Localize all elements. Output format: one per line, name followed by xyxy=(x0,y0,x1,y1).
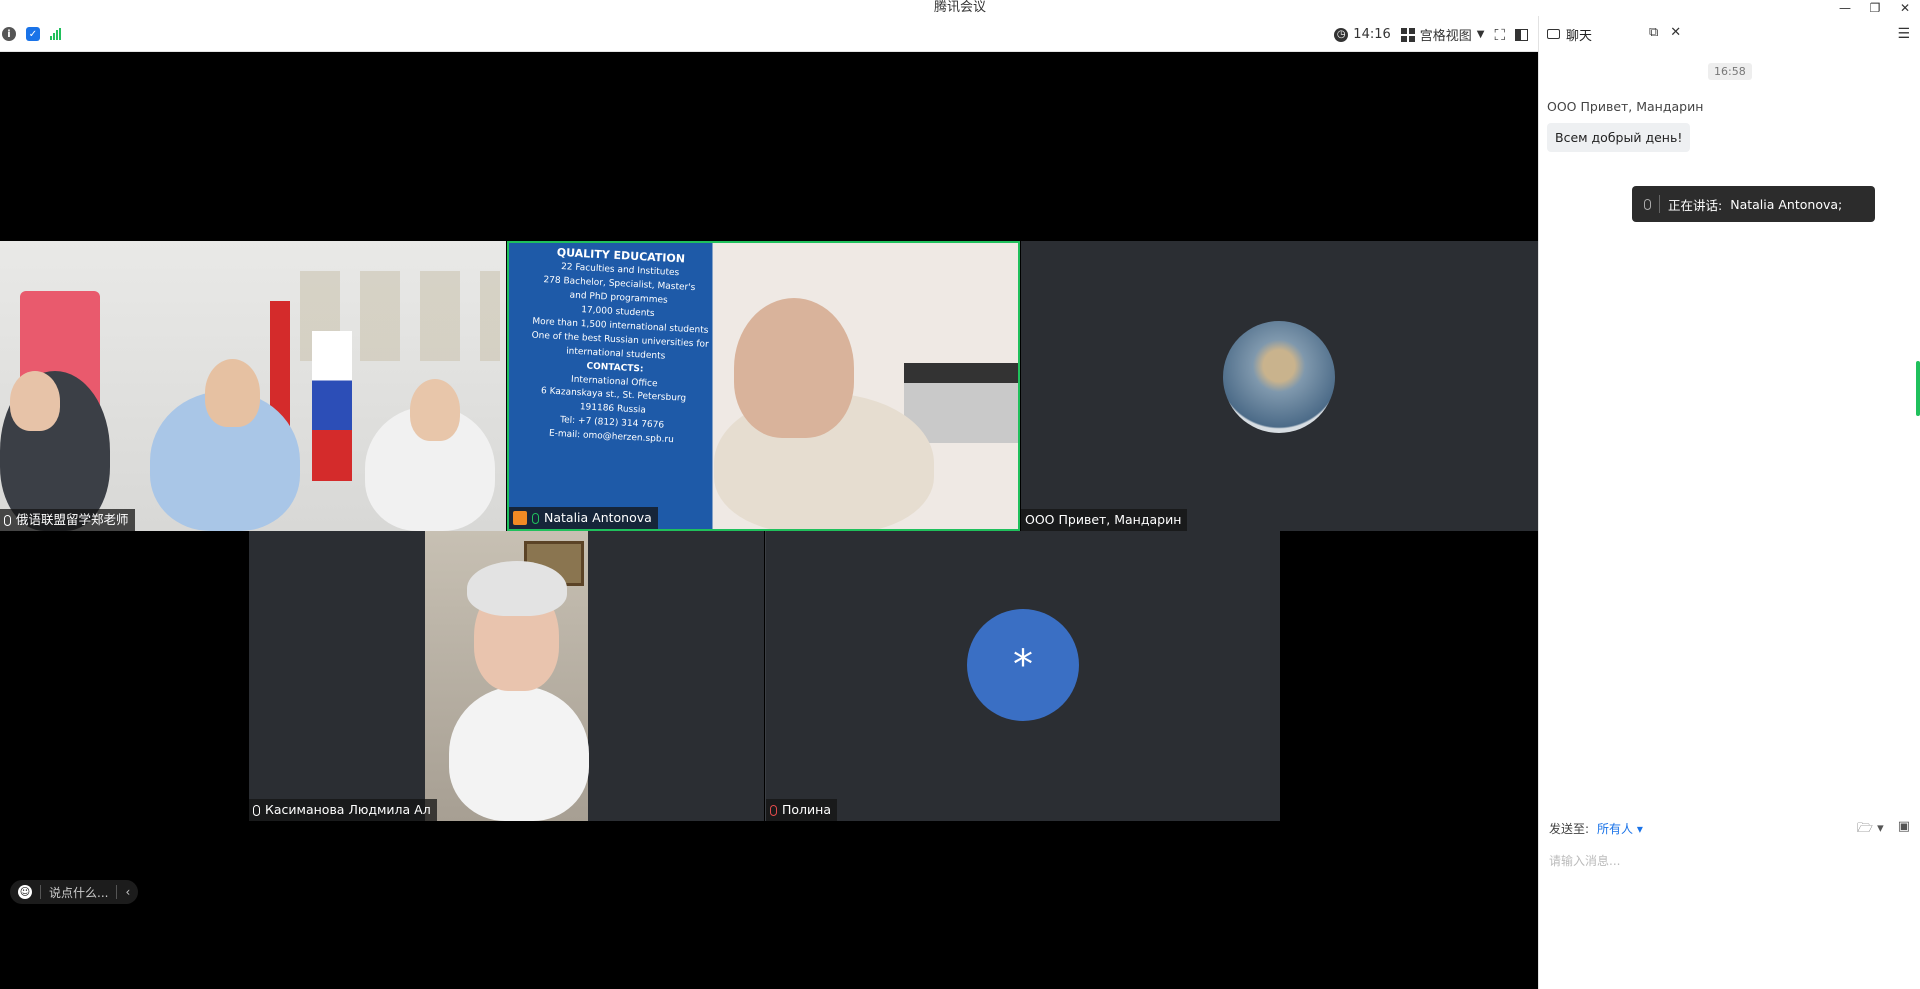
person-body xyxy=(449,686,589,821)
person-hair xyxy=(467,561,567,616)
timer-text: 14:16 xyxy=(1353,27,1391,42)
reaction-input[interactable]: 说点什么... xyxy=(49,884,108,901)
speaker-face xyxy=(734,298,854,438)
participant-name-tag: Полина xyxy=(766,799,837,821)
person-3-face xyxy=(410,379,460,441)
video-tile-5[interactable]: * Полина xyxy=(765,531,1280,821)
info-icon[interactable]: i xyxy=(2,27,16,41)
close-icon[interactable]: ✕ xyxy=(1890,0,1920,16)
video-stage: 俄语联盟留学郑老师 QUALITY EDUCATION 22 Faculties… xyxy=(0,53,1538,989)
mic-active-icon xyxy=(532,512,539,524)
scrollbar[interactable] xyxy=(1916,361,1920,416)
folder-icon[interactable]: 🗁 ▾ xyxy=(1857,819,1884,841)
sidebar-toggle-icon[interactable] xyxy=(1515,28,1528,41)
chevron-left-icon[interactable]: ‹ xyxy=(125,885,130,899)
avatar: * xyxy=(967,609,1079,721)
chat-input[interactable]: 请输入消息... xyxy=(1549,852,1620,869)
participant-name-tag: ООО Привет, Мандарин xyxy=(1021,509,1188,531)
clock-icon: ◷ xyxy=(1334,27,1349,42)
minimize-icon[interactable]: — xyxy=(1830,0,1860,16)
avatar xyxy=(1223,321,1335,433)
meeting-timer: ◷ 14:16 xyxy=(1334,27,1391,42)
mic-icon xyxy=(1644,198,1651,210)
presentation-slide: QUALITY EDUCATION 22 Faculties and Insti… xyxy=(531,245,709,446)
mic-muted-icon xyxy=(770,804,777,816)
signal-icon[interactable] xyxy=(50,28,61,40)
send-to-select[interactable]: 所有人 ▾ xyxy=(1597,820,1643,837)
chat-icon xyxy=(1547,29,1560,39)
speaking-name: Natalia Antonova; xyxy=(1730,196,1843,212)
video-tile-3[interactable]: ООО Привет, Мандарин xyxy=(1021,241,1538,531)
meeting-toolbar: i ✓ ◷ 14:16 宫格视图 ▼ ⛶ xyxy=(0,16,1538,52)
chevron-down-icon: ▼ xyxy=(1476,29,1485,40)
mic-icon xyxy=(253,804,260,816)
mic-icon xyxy=(4,514,11,526)
speaking-label: 正在讲话: xyxy=(1668,197,1723,213)
chat-sender: ООО Привет, Мандарин xyxy=(1547,99,1704,114)
toolbar-left: i ✓ xyxy=(2,27,61,41)
clipboard-icon[interactable]: ▣ xyxy=(1898,819,1910,841)
toolbar-right: ◷ 14:16 宫格视图 ▼ ⛶ xyxy=(1334,25,1528,44)
grid-view-icon xyxy=(1400,27,1415,42)
title-bar: 腾讯会议 — ❐ ✕ xyxy=(0,0,1920,16)
menu-icon[interactable]: ☰ xyxy=(1897,26,1910,42)
chat-timestamp: 16:58 xyxy=(1708,63,1752,80)
send-target: 发送至: 所有人 ▾ xyxy=(1549,820,1643,837)
video-tile-2[interactable]: QUALITY EDUCATION 22 Faculties and Insti… xyxy=(507,241,1020,531)
participant-name-tag: 俄语联盟留学郑老师 xyxy=(0,509,135,531)
chat-header: 聊天 ⧉ ✕ ☰ xyxy=(1539,16,1920,52)
view-label: 宫格视图 xyxy=(1419,29,1472,44)
chat-header-icons: ⧉ ✕ xyxy=(1649,25,1681,40)
close-chat-icon[interactable]: ✕ xyxy=(1670,25,1681,40)
participant-name-tag: Касиманова Людмила Ал xyxy=(249,799,437,821)
view-switch-button[interactable]: 宫格视图 ▼ xyxy=(1400,25,1485,44)
video-tile-4[interactable]: Касиманова Людмила Ал xyxy=(249,531,764,821)
fullscreen-icon[interactable]: ⛶ xyxy=(1494,26,1505,44)
reaction-bar[interactable]: ☺ 说点什么... ‹ xyxy=(10,880,139,904)
chat-tools: 🗁 ▾ ▣ xyxy=(1857,819,1910,841)
smile-icon[interactable]: ☺ xyxy=(18,885,32,899)
participant-name-tag: Natalia Antonova xyxy=(509,507,658,529)
chat-title: 聊天 xyxy=(1566,28,1593,44)
video-tile-1[interactable]: 俄语联盟留学郑老师 xyxy=(0,241,506,531)
shield-icon[interactable]: ✓ xyxy=(26,27,40,41)
popout-icon[interactable]: ⧉ xyxy=(1649,25,1658,40)
host-icon xyxy=(513,511,527,525)
chat-message: Всем добрый день! xyxy=(1547,123,1691,152)
window-title: 腾讯会议 xyxy=(933,0,986,15)
send-to-label: 发送至: xyxy=(1549,822,1590,836)
person-2-face xyxy=(205,359,260,427)
window-controls: — ❐ ✕ xyxy=(1830,0,1920,16)
person-1-face xyxy=(10,371,60,431)
restore-icon[interactable]: ❐ xyxy=(1860,0,1890,16)
speaking-indicator: 正在讲话: Natalia Antonova; xyxy=(1632,186,1875,222)
chat-panel: 聊天 ⧉ ✕ ☰ 16:58 ООО Привет, Мандарин Всем… xyxy=(1538,16,1920,989)
flag-russia xyxy=(312,331,352,481)
